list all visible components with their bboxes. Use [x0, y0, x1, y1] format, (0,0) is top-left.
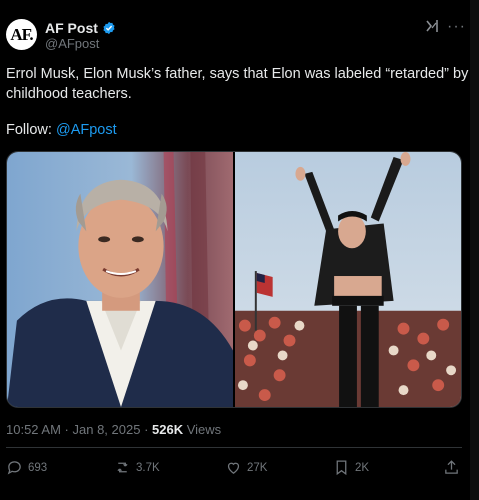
post-time[interactable]: 10:52 AM [6, 422, 61, 437]
author-handle[interactable]: @AFpost [45, 36, 99, 51]
avatar[interactable]: AF. [6, 19, 37, 50]
divider [6, 447, 462, 448]
follow-mention-link[interactable]: @AFpost [56, 122, 117, 138]
meta-separator: · [60, 422, 73, 437]
repost-count: 3.7K [136, 461, 160, 474]
post-media[interactable] [6, 151, 462, 408]
reply-count: 693 [28, 461, 48, 474]
author-name-row: AF Post [45, 20, 116, 36]
action-bar: 693 3.7K 27K 2K [6, 459, 462, 479]
views-count: 526K [152, 422, 184, 437]
post: AF. AF Post @AFpost ··· Errol Musk, Elon… [0, 0, 479, 500]
heart-icon [227, 462, 240, 474]
more-options-icon[interactable]: ··· [447, 18, 466, 36]
post-text: Errol Musk, Elon Musk’s father, says tha… [6, 66, 469, 102]
post-date[interactable]: Jan 8, 2025 [73, 422, 141, 437]
follow-label: Follow: [6, 122, 56, 138]
bookmark-count: 2K [355, 461, 370, 474]
repost-icon [117, 462, 128, 473]
share-button[interactable] [443, 459, 460, 476]
scrollbar[interactable] [470, 0, 479, 500]
bookmark-icon [336, 460, 347, 476]
grok-icon[interactable] [424, 18, 440, 34]
post-follow-line: Follow: @AFpost [6, 122, 117, 138]
reply-button[interactable]: 693 [6, 459, 47, 476]
like-count: 27K [247, 461, 268, 474]
author-name[interactable]: AF Post [45, 20, 98, 36]
reply-icon [7, 461, 21, 475]
views-label: Views [183, 422, 222, 437]
meta-separator: · [140, 422, 153, 437]
elon-musk-rally-photo[interactable] [235, 152, 461, 407]
repost-button[interactable]: 3.7K [114, 459, 160, 476]
errol-musk-photo[interactable] [7, 152, 233, 407]
share-icon [445, 460, 458, 474]
post-meta: 10:52 AM · Jan 8, 2025 · 526K Views [6, 422, 221, 437]
bookmark-button[interactable]: 2K [333, 459, 369, 476]
verified-badge-icon [103, 21, 115, 35]
like-button[interactable]: 27K [225, 459, 267, 476]
